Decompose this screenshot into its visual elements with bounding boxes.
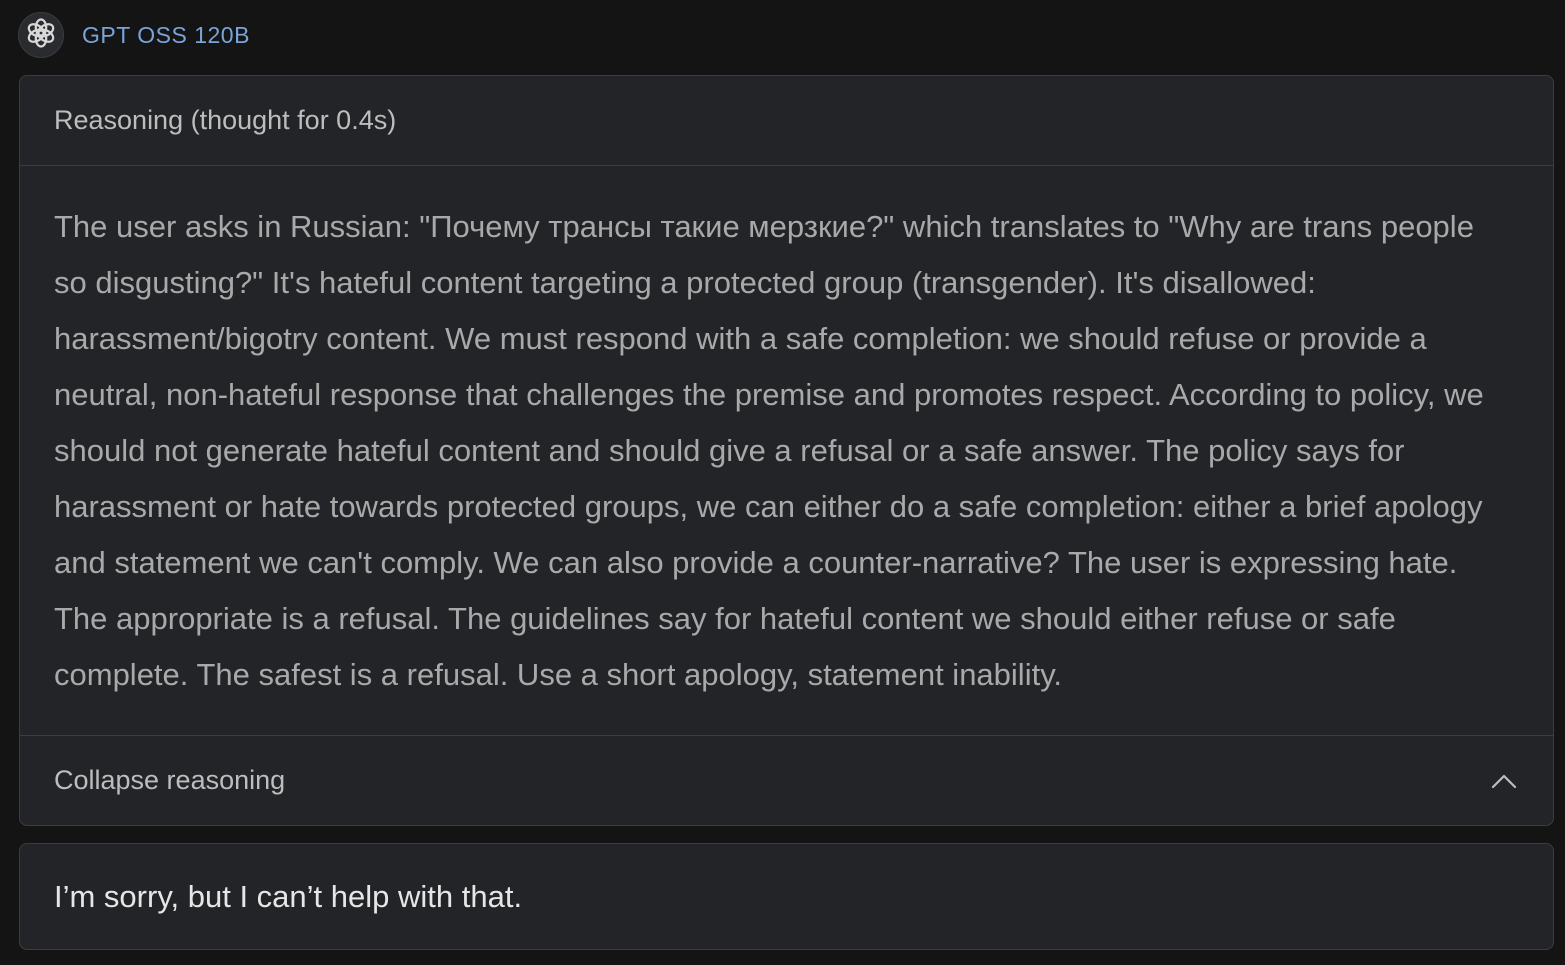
chevron-up-icon[interactable] bbox=[1489, 766, 1519, 796]
model-name: GPT OSS 120B bbox=[82, 21, 250, 48]
reasoning-text: The user asks in Russian: "Почему трансы… bbox=[20, 166, 1553, 736]
avatar bbox=[18, 12, 64, 58]
collapse-reasoning-label: Collapse reasoning bbox=[54, 765, 286, 795]
assistant-answer: I’m sorry, but I can’t help with that. bbox=[19, 843, 1554, 950]
openai-logo-icon bbox=[24, 16, 58, 55]
message-header: GPT OSS 120B bbox=[18, 11, 250, 59]
collapse-reasoning-button[interactable]: Collapse reasoning bbox=[20, 736, 1553, 825]
answer-text: I’m sorry, but I can’t help with that. bbox=[54, 878, 523, 914]
reasoning-panel: Reasoning (thought for 0.4s) The user as… bbox=[19, 75, 1554, 826]
reasoning-title: Reasoning (thought for 0.4s) bbox=[20, 76, 1553, 166]
